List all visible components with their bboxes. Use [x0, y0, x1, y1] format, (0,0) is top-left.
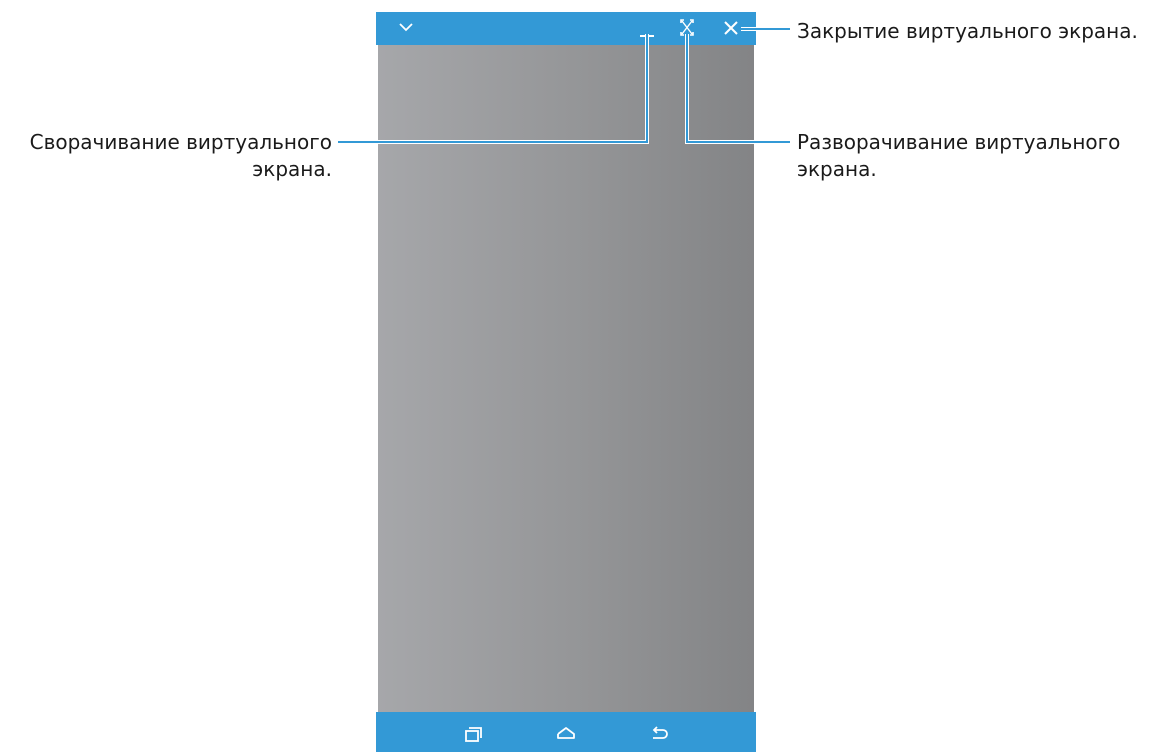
recent-apps-icon[interactable]: [460, 712, 486, 752]
maximize-icon[interactable]: [675, 12, 699, 45]
navigation-bar: [376, 712, 756, 752]
close-callout: Закрытие виртуального экрана.: [797, 18, 1138, 45]
minimize-callout: Сворачивание виртуального экрана.: [0, 129, 332, 183]
maximize-callout: Разворачивание виртуального экрана.: [797, 129, 1120, 183]
maximize-callout-line2: экрана.: [797, 157, 877, 181]
maximize-callout-line1: Разворачивание виртуального: [797, 130, 1121, 154]
virtual-screen-titlebar: [376, 12, 756, 45]
minimize-callout-line1: Сворачивание виртуального: [29, 130, 332, 154]
minimize-callout-line2: экрана.: [252, 157, 332, 181]
close-callout-text: Закрытие виртуального экрана.: [797, 19, 1138, 43]
close-icon[interactable]: [718, 12, 744, 45]
home-icon[interactable]: [553, 712, 579, 752]
chevron-down-icon[interactable]: [394, 12, 418, 45]
back-icon[interactable]: [646, 712, 672, 752]
minimize-icon[interactable]: [634, 12, 660, 45]
virtual-screen-window: [376, 12, 756, 752]
virtual-screen-content[interactable]: [378, 45, 754, 724]
